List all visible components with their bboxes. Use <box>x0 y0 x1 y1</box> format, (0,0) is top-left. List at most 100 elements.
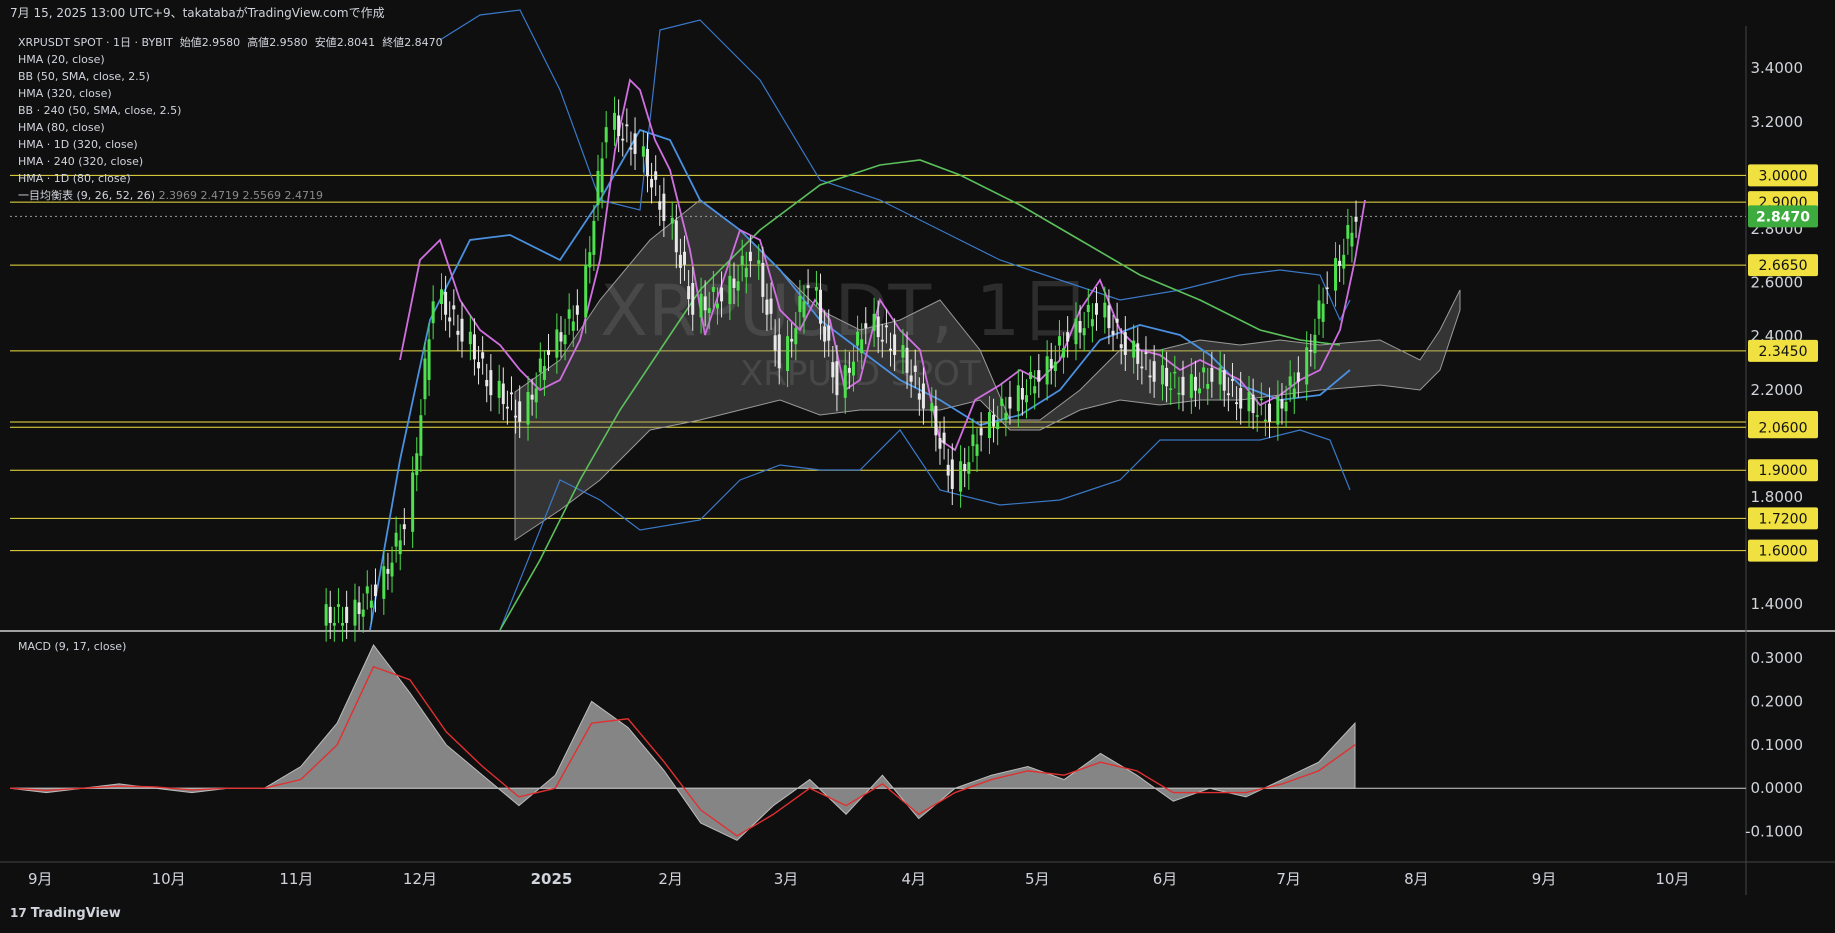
candle-body <box>1338 260 1342 266</box>
candle-body <box>860 339 864 354</box>
legend-indicator[interactable]: HMA (320, close) <box>18 85 443 102</box>
candle-body <box>1029 371 1033 380</box>
candle-body <box>761 262 765 297</box>
candle-body <box>1000 398 1004 406</box>
candle-body <box>1284 401 1288 412</box>
y-tick-label: 1.4000 <box>1751 595 1804 613</box>
x-tick-label: 7月 <box>1276 870 1301 888</box>
candle-body <box>534 388 538 403</box>
legend-indicator[interactable]: BB · 240 (50, SMA, close, 2.5) <box>18 102 443 119</box>
candle-body <box>604 127 608 143</box>
x-tick-label: 12月 <box>403 870 437 888</box>
candle-body <box>884 325 888 328</box>
candle-body <box>538 358 542 373</box>
candle-body <box>1181 376 1185 396</box>
candle-body <box>798 295 802 313</box>
candle-body <box>736 281 740 291</box>
candle-body <box>1239 387 1243 409</box>
candle-body <box>909 375 913 382</box>
candle-body <box>357 602 361 615</box>
candle-body <box>411 472 415 532</box>
candle-body <box>720 287 724 302</box>
x-tick-label: 6月 <box>1153 870 1178 888</box>
legend-open-label: 始値 <box>179 36 202 49</box>
candle-body <box>917 393 921 400</box>
candle-body <box>1033 386 1037 394</box>
candle-body <box>1082 328 1086 336</box>
candle-body <box>905 347 909 373</box>
candle-body <box>567 309 571 319</box>
candle-body <box>336 604 340 607</box>
macd-pane-label[interactable]: MACD (9, 17, close) <box>18 640 126 653</box>
tradingview-footer[interactable]: 17 TradingView <box>10 906 121 921</box>
candle-body <box>864 323 868 329</box>
price-level-label: 3.0000 <box>1759 168 1808 184</box>
candle-body <box>1008 396 1012 409</box>
candle-body <box>1119 344 1123 349</box>
legend-indicator[interactable]: HMA · 1D (320, close) <box>18 136 443 153</box>
candle-body <box>505 406 509 409</box>
candle-body <box>691 283 695 315</box>
legend-indicator[interactable]: BB (50, SMA, close, 2.5) <box>18 68 443 85</box>
candle-body <box>987 412 991 439</box>
candle-body <box>361 609 365 617</box>
candle-body <box>1161 365 1164 385</box>
candle-body <box>456 330 460 335</box>
candle-body <box>1090 319 1094 327</box>
candle-body <box>485 379 489 387</box>
candle-body <box>633 133 637 154</box>
legend-high: 2.9580 <box>269 36 308 49</box>
candle-body <box>971 434 975 447</box>
candle-body <box>748 251 752 262</box>
candle-body <box>1222 370 1226 391</box>
candle-body <box>613 112 617 130</box>
candle-body <box>740 255 744 266</box>
candle-body <box>448 317 452 322</box>
candle-body <box>959 461 963 492</box>
candle-body <box>452 305 456 310</box>
x-tick-label: 10月 <box>1655 870 1689 888</box>
candle-body <box>328 606 332 623</box>
candle-body <box>390 562 394 577</box>
candle-body <box>963 463 967 472</box>
candle-body <box>584 264 588 318</box>
candle-body <box>790 338 794 342</box>
candle-body <box>477 362 481 369</box>
candle-body <box>1152 361 1156 382</box>
legend-indicator[interactable]: HMA (80, close) <box>18 119 443 136</box>
candle-body <box>1342 254 1346 269</box>
candle-body <box>571 321 575 331</box>
candle-body <box>472 334 476 360</box>
legend-indicator[interactable]: HMA · 240 (320, close) <box>18 153 443 170</box>
candle-body <box>501 383 505 405</box>
y-tick-label: 2.2000 <box>1751 381 1804 399</box>
legend-high-label: 高値 <box>247 36 270 49</box>
candle-body <box>950 459 954 489</box>
candle-body <box>444 291 448 315</box>
candle-body <box>509 392 513 395</box>
legend-symbol: XRPUSDT SPOT · 1日 · BYBIT <box>18 36 173 49</box>
candle-body <box>715 303 719 309</box>
candle-body <box>514 415 518 418</box>
legend-indicator[interactable]: HMA · 1D (80, close) <box>18 170 443 187</box>
candle-body <box>814 287 818 291</box>
legend-ichimoku-values: 2.3969 2.4719 2.5569 2.4719 <box>158 189 324 202</box>
x-tick-label: 3月 <box>774 870 799 888</box>
candle-body <box>979 428 983 436</box>
candle-body <box>732 278 736 288</box>
price-level-label: 2.0600 <box>1759 420 1808 436</box>
legend-ichimoku-row[interactable]: 一目均衡表 (9, 26, 52, 26) 2.3969 2.4719 2.55… <box>18 187 443 204</box>
tradingview-logo-icon: 17 <box>10 906 27 920</box>
candle-body <box>786 336 790 372</box>
candle-body <box>1049 358 1053 369</box>
legend-indicator[interactable]: HMA (20, close) <box>18 51 443 68</box>
candle-body <box>1321 303 1325 322</box>
candle-body <box>530 394 534 400</box>
candle-body <box>1115 318 1119 323</box>
candle-body <box>489 370 493 396</box>
candle-body <box>1354 216 1358 222</box>
chart-legend: XRPUSDT SPOT · 1日 · BYBIT 始値2.9580 高値2.9… <box>18 34 443 204</box>
legend-ichimoku-label: 一目均衡表 (9, 26, 52, 26) <box>18 189 156 202</box>
candle-body <box>1123 332 1127 355</box>
price-level-label: 1.7200 <box>1759 511 1808 527</box>
